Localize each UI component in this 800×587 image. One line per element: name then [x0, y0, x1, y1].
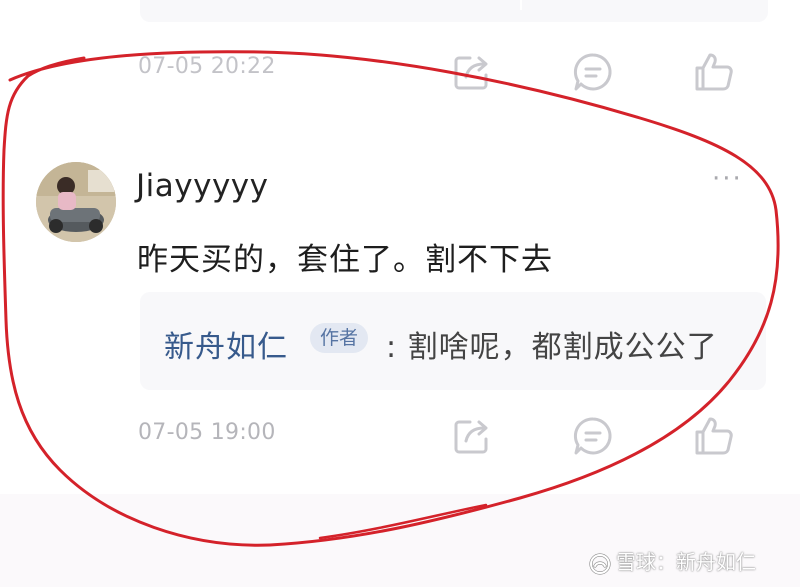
- author-reply-card[interactable]: 新舟如仁 作者 : 割啥呢，都割成公公了: [140, 292, 766, 390]
- share-icon[interactable]: [450, 50, 494, 94]
- previous-comment-time: 07-05 20:22: [138, 54, 276, 79]
- comment-time: 07-05 19:00: [138, 420, 276, 445]
- share-icon[interactable]: [450, 414, 494, 458]
- divider: [520, 0, 522, 10]
- more-options-icon[interactable]: ···: [712, 166, 743, 192]
- comment-icon[interactable]: [571, 414, 615, 458]
- screenshot-page: 07-05 20:22 Jiayyyyy ··· 昨天买的，套住了。割不下去 新…: [0, 0, 800, 587]
- thumbs-up-icon[interactable]: [692, 414, 736, 458]
- username[interactable]: Jiayyyyy: [136, 168, 268, 204]
- previous-reply-card: [140, 0, 768, 22]
- thumbs-up-icon[interactable]: [692, 50, 736, 94]
- reply-text: : 割啥呢，都割成公公了: [386, 330, 718, 365]
- watermark: 雪球：新舟如仁: [588, 548, 756, 576]
- watermark-text: 雪球：新舟如仁: [616, 550, 756, 574]
- author-badge: 作者: [310, 323, 369, 353]
- avatar[interactable]: [36, 162, 116, 242]
- snowball-logo-icon: [588, 552, 612, 576]
- reply-author-name[interactable]: 新舟如仁: [164, 322, 288, 366]
- comment-icon[interactable]: [571, 50, 615, 94]
- comment-text: 昨天买的，套住了。割不下去: [137, 242, 553, 278]
